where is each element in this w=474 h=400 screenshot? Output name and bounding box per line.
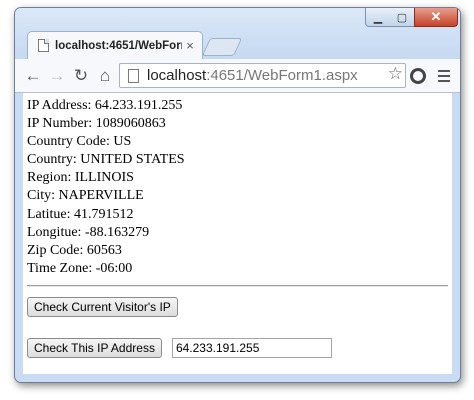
ip-info-line: City: NAPERVILLE [27, 188, 144, 204]
tab-title: localhost:4651/WebForm1 [55, 39, 182, 52]
page-icon [38, 39, 49, 52]
minimize-button[interactable]: ▁ [365, 8, 391, 27]
ip-info-line: Time Zone: -06:00 [27, 260, 133, 276]
menu-icon[interactable] [431, 59, 457, 92]
divider [27, 284, 448, 287]
home-icon[interactable]: ⌂ [93, 59, 117, 92]
back-arrow-icon[interactable]: ← [21, 59, 45, 92]
check-this-ip-button[interactable]: Check This IP Address [27, 337, 162, 358]
forward-arrow-icon[interactable]: → [45, 59, 69, 92]
ip-address-input[interactable] [171, 337, 332, 358]
tab-close-icon[interactable]: × [182, 38, 198, 53]
ip-info-line: Zip Code: 60563 [27, 242, 122, 258]
ip-info-line: IP Address: 64.233.191.255 [27, 98, 183, 113]
ip-info-line: Region: ILLINOIS [27, 170, 134, 186]
close-button[interactable]: ✕ [414, 8, 458, 27]
browser-window: localhost:4651/WebForm1 × ▁ ▢ ✕ ← → ↻ ⌂ … [14, 7, 461, 383]
check-current-visitor-ip-button[interactable]: Check Current Visitor's IP [27, 296, 178, 317]
bookmark-star-icon[interactable]: ☆ [388, 64, 403, 84]
ip-info-line: IP Number: 1089060863 [27, 116, 166, 132]
ip-info-line: Latitue: 41.791512 [27, 206, 134, 222]
title-bar: localhost:4651/WebForm1 × ▁ ▢ ✕ [15, 8, 460, 62]
ip-info-line: Longitue: -88.163279 [27, 224, 150, 240]
browser-toolbar: ← → ↻ ⌂ localhost:4651/WebForm1.aspx ☆ [15, 59, 460, 93]
page-icon [128, 68, 139, 83]
ip-info-line: Country Code: US [27, 134, 132, 150]
ip-info-line: Country: UNITED STATES [27, 152, 185, 168]
url-path: :4651/WebForm1.aspx [206, 67, 358, 84]
maximize-button[interactable]: ▢ [390, 8, 415, 27]
url-host: localhost [147, 67, 207, 84]
ip-info-list: IP Address: 64.233.191.255 IP Number: 108… [27, 97, 448, 278]
new-tab-button[interactable] [201, 38, 243, 56]
browser-tab[interactable]: localhost:4651/WebForm1 × [27, 31, 203, 59]
extension-icon[interactable] [405, 59, 431, 92]
page-content: IP Address: 64.233.191.255 IP Number: 108… [23, 93, 452, 374]
reload-icon[interactable]: ↻ [69, 59, 93, 92]
address-bar[interactable]: localhost:4651/WebForm1.aspx ☆ [119, 63, 406, 88]
